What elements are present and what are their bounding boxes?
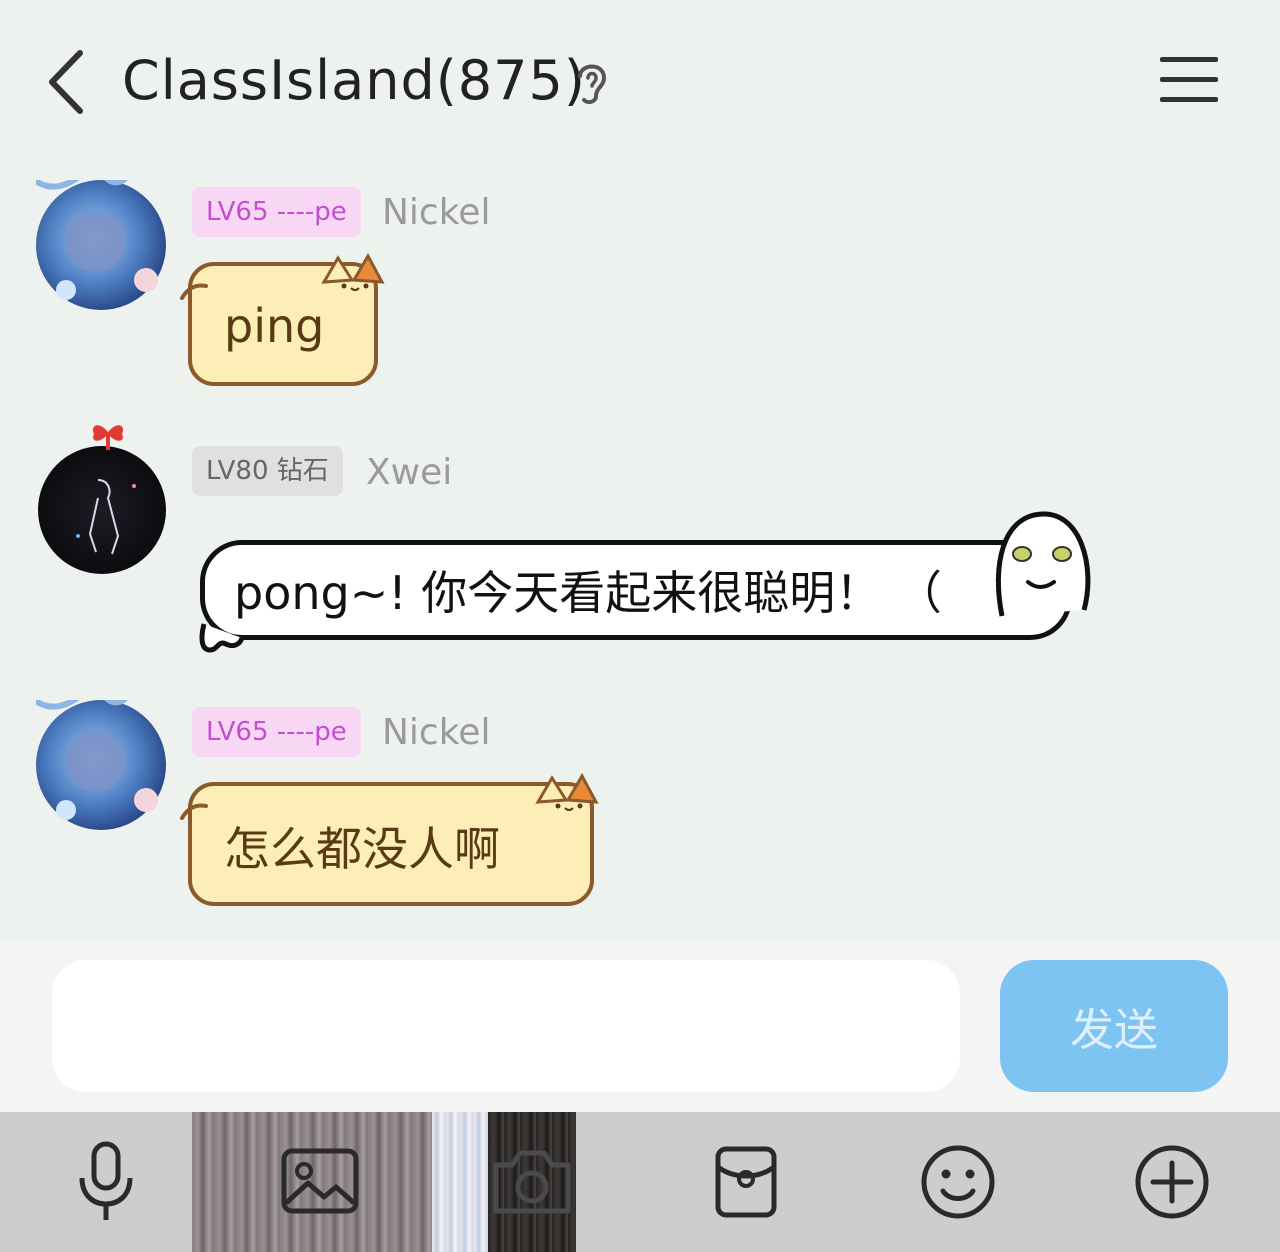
smiley-icon	[921, 1145, 995, 1219]
chat-title[interactable]: ClassIsland(875)	[122, 48, 586, 114]
back-button[interactable]	[40, 45, 100, 120]
cat-paw-icon	[180, 803, 208, 820]
avatar-decor	[36, 180, 158, 300]
image-icon	[281, 1148, 359, 1214]
microphone-icon	[79, 1141, 133, 1220]
sender-name[interactable]: Xwei	[366, 448, 452, 498]
level-badge: LV65 ----pe	[192, 187, 361, 237]
message-text: pong~! 你今天看起来很聪明！ （	[234, 566, 942, 620]
menu-button[interactable]	[1158, 55, 1222, 105]
avatar-decor	[76, 479, 136, 555]
hamburger-menu-icon	[1160, 57, 1218, 102]
cat-paw-icon	[180, 283, 208, 300]
ear-icon[interactable]	[570, 56, 614, 108]
plus-circle-icon	[1135, 1145, 1209, 1219]
message-input[interactable]	[52, 960, 960, 1092]
message-bubble[interactable]: 怎么都没人啊	[178, 772, 608, 920]
red-packet-icon	[715, 1146, 777, 1218]
level-badge: LV80 钻石	[192, 446, 343, 496]
chevron-left-icon	[49, 50, 83, 114]
chat-header: ClassIsland(875)	[0, 0, 1280, 160]
emoji-button[interactable]	[910, 1130, 1006, 1234]
more-button[interactable]	[1124, 1130, 1220, 1234]
red-bow-icon	[92, 425, 124, 450]
sender-name[interactable]: Nickel	[382, 708, 490, 758]
ghost-face-icon	[995, 511, 1091, 617]
send-button[interactable]: 发送	[1000, 960, 1228, 1092]
avatar-xwei[interactable]	[38, 425, 166, 574]
camera-icon	[493, 1150, 571, 1214]
message-text: ping	[224, 299, 325, 353]
image-button[interactable]	[272, 1130, 368, 1234]
message-bubble[interactable]: pong~! 你今天看起来很聪明！ （	[196, 511, 1096, 653]
glitch-artifact	[432, 1112, 488, 1252]
bottom-toolbar	[0, 1112, 1280, 1252]
avatar-nickel[interactable]	[36, 700, 166, 830]
cat-ears-icon	[535, 772, 599, 811]
message-bubble[interactable]: ping	[178, 252, 392, 400]
level-badge: LV65 ----pe	[192, 707, 361, 757]
voice-button[interactable]	[58, 1130, 154, 1234]
avatar-nickel[interactable]	[36, 180, 166, 310]
sender-name[interactable]: Nickel	[382, 188, 490, 238]
camera-button[interactable]	[484, 1130, 580, 1234]
avatar-decor	[36, 700, 158, 820]
composer: 发送	[0, 940, 1280, 1112]
red-packet-button[interactable]	[698, 1130, 794, 1234]
message-text: 怎么都没人啊	[224, 822, 500, 876]
